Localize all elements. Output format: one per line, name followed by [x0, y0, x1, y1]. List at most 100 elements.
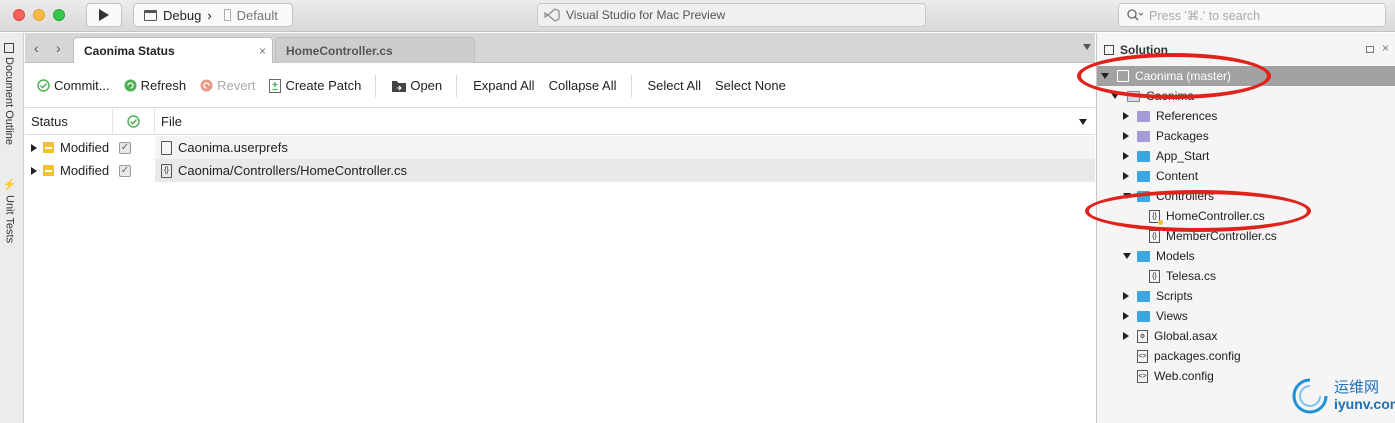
annotation-oval-solution: [1077, 53, 1271, 99]
commit-icon: [37, 79, 50, 92]
table-header: Status File: [25, 109, 1095, 135]
expand-arrow-icon[interactable]: [1123, 292, 1129, 300]
csharp-file-icon: {}: [1149, 229, 1160, 243]
target-label: Default: [236, 7, 278, 23]
tree-node-scripts[interactable]: Scripts: [1097, 286, 1395, 306]
tree-label: Models: [1156, 249, 1195, 263]
tree-label: Scripts: [1156, 289, 1193, 303]
watermark-logo-icon: [1292, 378, 1328, 414]
status-header-label: Status: [31, 114, 68, 129]
file-cell: {} Caonima/Controllers/HomeController.cs: [155, 159, 1095, 182]
search-field[interactable]: Press '⌘.' to search: [1118, 3, 1386, 27]
folder-icon: [1137, 170, 1150, 182]
tree-node-views[interactable]: Views: [1097, 306, 1395, 326]
device-icon: [223, 9, 231, 21]
tab-caonima-status[interactable]: Caonima Status ×: [73, 37, 273, 63]
visual-studio-logo-icon: [544, 8, 560, 22]
refresh-button[interactable]: Refresh: [124, 78, 187, 93]
expand-arrow-icon[interactable]: [1123, 332, 1129, 340]
table-row[interactable]: Modified ✓ Caonima.userprefs: [25, 136, 1095, 159]
tree-node-packages-config[interactable]: <> packages.config: [1097, 346, 1395, 366]
close-window-button[interactable]: [13, 9, 25, 21]
minimize-window-button[interactable]: [33, 9, 45, 21]
column-options-icon[interactable]: [1079, 118, 1087, 125]
status-column-header[interactable]: Status: [25, 109, 113, 134]
status-cell: Modified: [25, 159, 113, 182]
refresh-icon: [124, 79, 137, 92]
csharp-file-icon: {}: [1149, 269, 1160, 283]
run-button[interactable]: [86, 3, 122, 27]
tab-homecontroller[interactable]: HomeController.cs: [275, 37, 475, 63]
file-icon: [161, 140, 172, 155]
tree-node-telesa[interactable]: {} Telesa.cs: [1097, 266, 1395, 286]
forward-nav-icon[interactable]: ›: [56, 40, 61, 56]
check-circle-icon: [127, 115, 140, 128]
minimize-pad-icon[interactable]: [1366, 46, 1374, 53]
document-outline-tab[interactable]: Document Outline: [3, 43, 15, 145]
toolbar-separator: [456, 74, 458, 97]
commit-button[interactable]: Commit...: [37, 78, 110, 93]
window-title: Visual Studio for Mac Preview: [566, 8, 726, 22]
unit-tests-label: Unit Tests: [3, 195, 16, 244]
config-file-icon: <>: [1137, 349, 1148, 363]
table-row[interactable]: Modified ✓ {} Caonima/Controllers/HomeCo…: [25, 159, 1095, 182]
tree-label: References: [1156, 109, 1218, 123]
expand-arrow-icon[interactable]: [31, 143, 37, 152]
open-folder-icon: [392, 80, 407, 92]
expand-arrow-icon[interactable]: [1123, 312, 1129, 320]
file-header-label: File: [161, 114, 182, 129]
select-all-label: Select All: [647, 78, 701, 93]
modified-icon: [43, 165, 54, 176]
tab-overflow-icon[interactable]: [1083, 44, 1091, 50]
version-control-toolbar: Commit... Refresh Revert Create Patch Op…: [25, 64, 1095, 108]
open-button[interactable]: Open: [392, 78, 442, 93]
tree-label: Telesa.cs: [1166, 269, 1217, 283]
tree-label: Web.config: [1154, 369, 1214, 383]
document-tab-bar: ‹ › Caonima Status × HomeController.cs: [25, 33, 1095, 63]
tree-node-global-asax[interactable]: ⚙ Global.asax: [1097, 326, 1395, 346]
expand-arrow-icon[interactable]: [1123, 253, 1131, 259]
expand-arrow-icon[interactable]: [31, 166, 37, 175]
refresh-label: Refresh: [140, 78, 187, 93]
include-checkbox[interactable]: ✓: [119, 141, 131, 154]
close-pad-icon[interactable]: ×: [1382, 41, 1389, 55]
include-column-header[interactable]: [113, 109, 155, 134]
back-nav-icon[interactable]: ‹: [34, 40, 39, 56]
file-cell: Caonima.userprefs: [155, 136, 1095, 159]
tree-label: Packages: [1156, 129, 1209, 143]
zoom-window-button[interactable]: [53, 9, 65, 21]
configuration-selector[interactable]: Debug › Default: [133, 3, 293, 27]
expand-arrow-icon[interactable]: [1123, 112, 1129, 120]
collapse-all-button[interactable]: Collapse All: [549, 78, 617, 93]
watermark: 运维网 iyunv.com: [1290, 376, 1395, 416]
close-tab-icon[interactable]: ×: [259, 44, 266, 58]
status-text: Modified: [60, 140, 110, 155]
status-text: Modified: [60, 163, 110, 178]
tree-label: Content: [1156, 169, 1199, 183]
modified-icon: [43, 142, 54, 153]
expand-arrow-icon[interactable]: [1123, 132, 1129, 140]
collapse-all-label: Collapse All: [548, 78, 617, 93]
include-checkbox[interactable]: ✓: [119, 164, 131, 177]
select-none-button[interactable]: Select None: [715, 78, 786, 93]
unit-tests-tab[interactable]: ⚡ Unit Tests: [3, 178, 16, 244]
expand-arrow-icon[interactable]: [1123, 152, 1129, 160]
tree-node-packages[interactable]: Packages: [1097, 126, 1395, 146]
tree-node-models[interactable]: Models: [1097, 246, 1395, 266]
expand-all-button[interactable]: Expand All: [473, 78, 534, 93]
create-patch-button[interactable]: Create Patch: [269, 78, 361, 93]
select-all-button[interactable]: Select All: [648, 78, 701, 93]
file-column-header[interactable]: File: [155, 109, 1095, 134]
expand-all-label: Expand All: [473, 78, 535, 93]
tree-node-app-start[interactable]: App_Start: [1097, 146, 1395, 166]
config-label: Debug: [163, 7, 202, 23]
tree-node-content[interactable]: Content: [1097, 166, 1395, 186]
config-separator: ›: [207, 7, 212, 23]
document-outline-label: Document Outline: [3, 57, 15, 146]
status-cell: Modified: [25, 136, 113, 159]
revert-button[interactable]: Revert: [200, 78, 255, 93]
revert-icon: [200, 79, 213, 92]
patch-icon: [269, 78, 282, 93]
tree-node-references[interactable]: References: [1097, 106, 1395, 126]
expand-arrow-icon[interactable]: [1123, 172, 1129, 180]
